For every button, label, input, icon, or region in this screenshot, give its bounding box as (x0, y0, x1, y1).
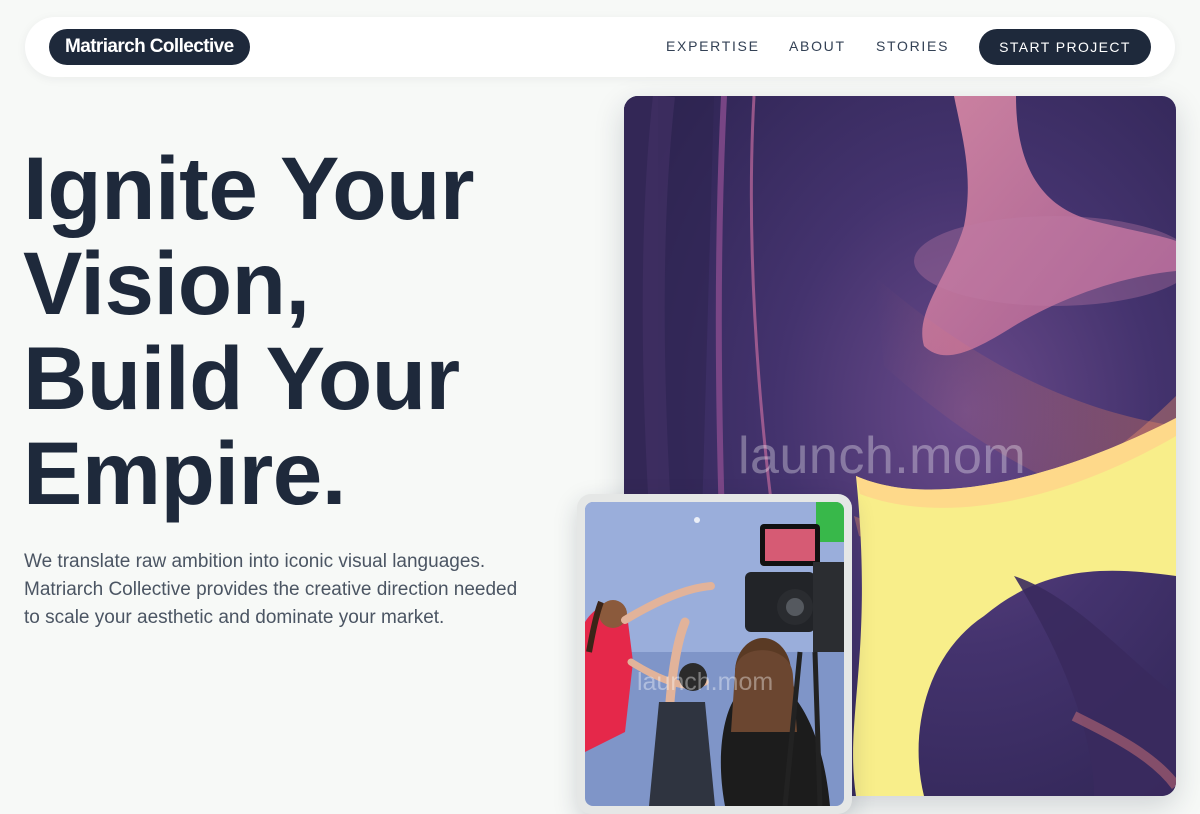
hero-description: We translate raw ambition into iconic vi… (24, 551, 518, 628)
nav-link-about[interactable]: ABOUT (789, 38, 846, 54)
hero-headline: Ignite Your Vision, Build Your Empire. (23, 141, 603, 521)
photo-watermark: launch.mom (637, 668, 774, 696)
headline-line-3: Build Your (23, 328, 460, 428)
image-watermark: launch.mom (738, 427, 1027, 485)
brand-logo[interactable]: Matriarch Collective (49, 29, 250, 65)
nav-link-expertise[interactable]: EXPERTISE (666, 38, 760, 54)
top-navbar: Matriarch Collective EXPERTISE ABOUT STO… (25, 17, 1175, 77)
headline-line-1: Ignite Your (23, 138, 475, 238)
film-crew-illustration (585, 502, 844, 806)
start-project-button[interactable]: START PROJECT (979, 29, 1151, 65)
secondary-photo-card: launch.mom (577, 494, 852, 814)
nav-link-stories[interactable]: STORIES (876, 38, 949, 54)
film-set-photo: launch.mom (585, 502, 844, 806)
headline-line-4: Empire. (23, 423, 346, 523)
headline-line-2: Vision, (23, 233, 310, 333)
